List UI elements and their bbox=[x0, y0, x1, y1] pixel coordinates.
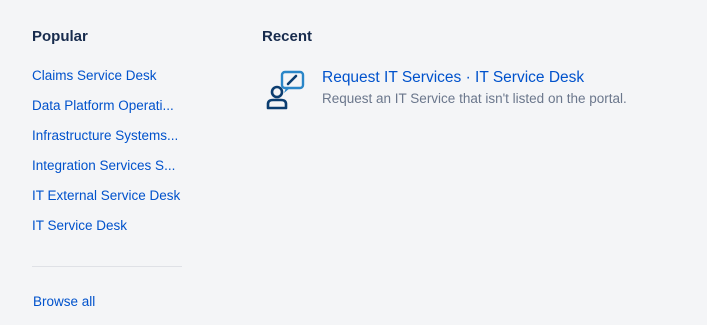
popular-heading: Popular bbox=[32, 28, 88, 45]
popular-link-integration-services[interactable]: Integration Services S... bbox=[32, 158, 182, 174]
popular-list-item: Data Platform Operati... bbox=[32, 98, 192, 128]
popular-list-item: Integration Services S... bbox=[32, 158, 192, 188]
recent-item-description: Request an IT Service that isn't listed … bbox=[322, 91, 627, 106]
browse-all-link[interactable]: Browse all bbox=[33, 294, 95, 309]
popular-list-item: Claims Service Desk bbox=[32, 68, 192, 98]
popular-link-data-platform-operations[interactable]: Data Platform Operati... bbox=[32, 98, 182, 114]
popular-list-item: IT Service Desk bbox=[32, 218, 192, 248]
portal-page: Popular Claims Service Desk Data Platfor… bbox=[0, 0, 707, 325]
popular-list-item: IT External Service Desk bbox=[32, 188, 192, 218]
recent-item-text: Request IT Services · IT Service Desk Re… bbox=[322, 68, 627, 108]
popular-list: Claims Service Desk Data Platform Operat… bbox=[32, 68, 192, 248]
popular-link-it-external-service-desk[interactable]: IT External Service Desk bbox=[32, 188, 182, 204]
popular-link-infrastructure-systems[interactable]: Infrastructure Systems... bbox=[32, 128, 182, 144]
popular-link-it-service-desk[interactable]: IT Service Desk bbox=[32, 218, 182, 234]
recent-item-title[interactable]: Request IT Services · IT Service Desk bbox=[322, 68, 627, 88]
popular-section: Popular Claims Service Desk Data Platfor… bbox=[32, 28, 182, 233]
popular-link-claims-service-desk[interactable]: Claims Service Desk bbox=[32, 68, 182, 84]
recent-item[interactable]: Request IT Services · IT Service Desk Re… bbox=[262, 68, 682, 112]
recent-section: Recent Request IT Services · IT Service … bbox=[262, 28, 682, 110]
user-request-icon bbox=[266, 70, 305, 110]
popular-divider bbox=[32, 266, 182, 267]
popular-list-item: Infrastructure Systems... bbox=[32, 128, 192, 158]
recent-heading: Recent bbox=[262, 28, 313, 45]
